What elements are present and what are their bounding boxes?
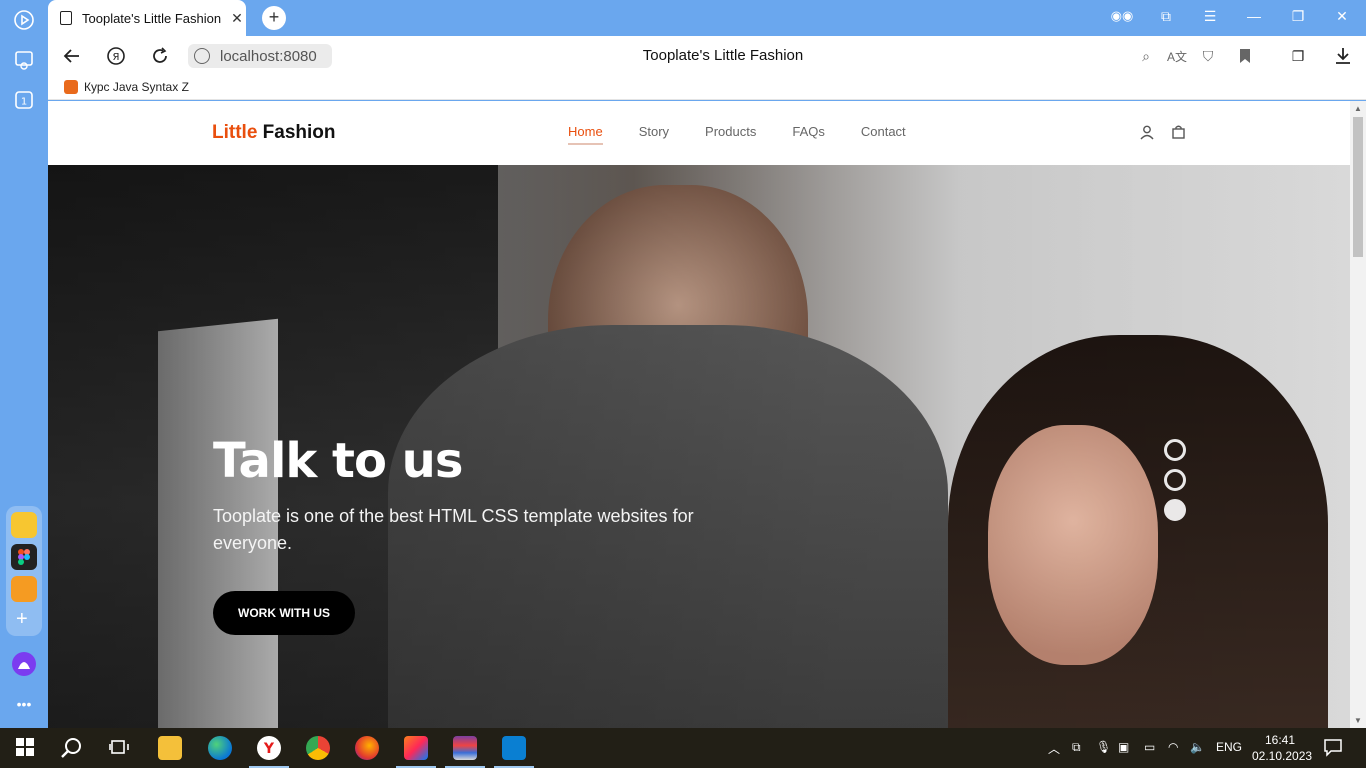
- figma-app-icon[interactable]: [11, 544, 37, 570]
- wifi-icon[interactable]: ◠: [1168, 740, 1178, 754]
- hero-slider: Talk to us Tooplate is one of the best H…: [48, 165, 1350, 728]
- volume-icon[interactable]: 🔈: [1190, 740, 1205, 754]
- sidebar-apps: +: [6, 506, 42, 636]
- edge-icon[interactable]: [208, 736, 232, 760]
- browser-toolbar: Я localhost:8080 Tooplate's Little Fashi…: [48, 36, 1366, 76]
- screenshot-icon[interactable]: [12, 48, 36, 72]
- logo-text: Fashion: [257, 122, 336, 143]
- nav-contact[interactable]: Contact: [861, 124, 906, 145]
- close-window-button[interactable]: ✕: [1330, 8, 1354, 25]
- search-icon[interactable]: [60, 736, 84, 760]
- translate-icon[interactable]: A文: [1166, 46, 1188, 66]
- browser-sidebar: 1 + •••: [0, 0, 48, 728]
- file-explorer-icon[interactable]: [158, 736, 182, 760]
- task-view-icon[interactable]: [108, 736, 132, 760]
- page-scrollbar[interactable]: ▲ ▼: [1350, 101, 1366, 728]
- user-icon[interactable]: [1139, 123, 1155, 141]
- yandex-browser-icon[interactable]: Y: [257, 736, 281, 760]
- reload-icon[interactable]: [148, 44, 172, 68]
- scrollbar-thumb[interactable]: [1353, 117, 1363, 257]
- firefox-icon[interactable]: [355, 736, 379, 760]
- shield-icon[interactable]: ⛉: [1197, 46, 1219, 66]
- hero-title: Talk to us: [213, 433, 463, 489]
- site-info-icon[interactable]: [194, 48, 210, 64]
- clock-time: 16:41: [1264, 733, 1296, 747]
- maximize-button[interactable]: ❐: [1286, 8, 1310, 25]
- intellij-idea-icon[interactable]: [404, 736, 428, 760]
- scroll-down-icon[interactable]: ▼: [1354, 716, 1362, 725]
- language-indicator[interactable]: ENG: [1216, 740, 1242, 754]
- battery-icon[interactable]: ▭: [1144, 740, 1155, 754]
- yandex-icon[interactable]: Я: [104, 44, 128, 68]
- meet-now-icon[interactable]: ⧉: [1072, 740, 1081, 755]
- winrar-icon[interactable]: [453, 736, 477, 760]
- bookmark-item[interactable]: Курс Java Syntax Z: [64, 80, 189, 94]
- tray-chevron-icon[interactable]: ︿: [1048, 740, 1060, 757]
- menu-icon[interactable]: ☰: [1198, 8, 1222, 25]
- reader-glasses-icon[interactable]: ◉◉: [1110, 8, 1134, 24]
- collections-icon[interactable]: ❐: [1287, 46, 1309, 66]
- nav-home[interactable]: Home: [568, 124, 603, 145]
- web-page: Little Fashion Home Story Products FAQs …: [48, 101, 1366, 728]
- hero-subtitle: Tooplate is one of the best HTML CSS tem…: [213, 506, 694, 553]
- scroll-up-icon[interactable]: ▲: [1354, 104, 1362, 113]
- tabs-icon[interactable]: ⧉: [1154, 8, 1178, 25]
- nav-products[interactable]: Products: [705, 124, 756, 145]
- tab-close-icon[interactable]: ✕: [231, 10, 243, 27]
- chrome-icon[interactable]: [306, 736, 330, 760]
- page-title: Tooplate's Little Fashion: [642, 47, 804, 64]
- slide-dot-3[interactable]: [1164, 499, 1186, 521]
- vscode-icon[interactable]: [502, 736, 526, 760]
- more-icon[interactable]: •••: [12, 692, 36, 716]
- search-page-icon[interactable]: ⌕: [1135, 46, 1157, 66]
- bookmark-label: Курс Java Syntax Z: [84, 80, 189, 94]
- action-center-icon[interactable]: [1322, 736, 1346, 760]
- new-tab-button[interactable]: +: [262, 6, 286, 30]
- address-bar[interactable]: localhost:8080: [188, 44, 332, 68]
- url-text: localhost:8080: [220, 47, 317, 65]
- slide-dot-2[interactable]: [1164, 469, 1186, 491]
- clock-date: 02.10.2023: [1252, 749, 1313, 763]
- add-app-icon[interactable]: +: [16, 608, 28, 631]
- svg-text:1: 1: [21, 97, 27, 108]
- nav-faqs[interactable]: FAQs: [792, 124, 825, 145]
- mail-app-icon[interactable]: [11, 576, 37, 602]
- shopping-bag-icon[interactable]: [1170, 123, 1186, 141]
- alice-assistant-icon[interactable]: [12, 652, 36, 676]
- site-navbar: Little Fashion Home Story Products FAQs …: [48, 101, 1350, 165]
- play-icon[interactable]: [12, 8, 36, 32]
- tab-counter-icon[interactable]: 1: [12, 88, 36, 112]
- slide-dot-1[interactable]: [1164, 439, 1186, 461]
- downloads-icon[interactable]: [1332, 46, 1354, 66]
- svg-text:Я: Я: [113, 52, 120, 63]
- browser-tab[interactable]: Tooplate's Little Fashion ✕: [48, 0, 246, 36]
- slider-indicators: [1164, 439, 1186, 529]
- document-icon: [60, 11, 72, 25]
- nav-story[interactable]: Story: [639, 124, 669, 145]
- svg-text:Y: Y: [263, 741, 275, 757]
- back-arrow-icon[interactable]: [60, 44, 84, 68]
- logo-accent: Little: [212, 122, 258, 143]
- windows-start-icon[interactable]: [14, 736, 38, 760]
- notes-app-icon[interactable]: [11, 512, 37, 538]
- system-clock[interactable]: 16:41 02.10.2023: [1252, 732, 1313, 764]
- work-with-us-button[interactable]: WORK WITH US: [213, 591, 355, 635]
- site-logo[interactable]: Little Fashion: [212, 122, 336, 144]
- minimize-button[interactable]: —: [1242, 8, 1266, 24]
- notifications-app-icon[interactable]: ▣: [1118, 740, 1129, 754]
- bookmark-icon[interactable]: [1234, 46, 1256, 66]
- microphone-icon[interactable]: 🎙: [1096, 740, 1111, 754]
- windows-taskbar: Y ︿ ⧉ 🎙 ▣ ▭ ◠ 🔈 ENG 16:41 02.10.2023: [0, 728, 1366, 768]
- tab-title: Tooplate's Little Fashion: [82, 10, 222, 26]
- javarush-favicon-icon: [64, 80, 78, 94]
- main-menu: Home Story Products FAQs Contact: [568, 124, 942, 145]
- bookmarks-bar: Курс Java Syntax Z: [48, 76, 1366, 100]
